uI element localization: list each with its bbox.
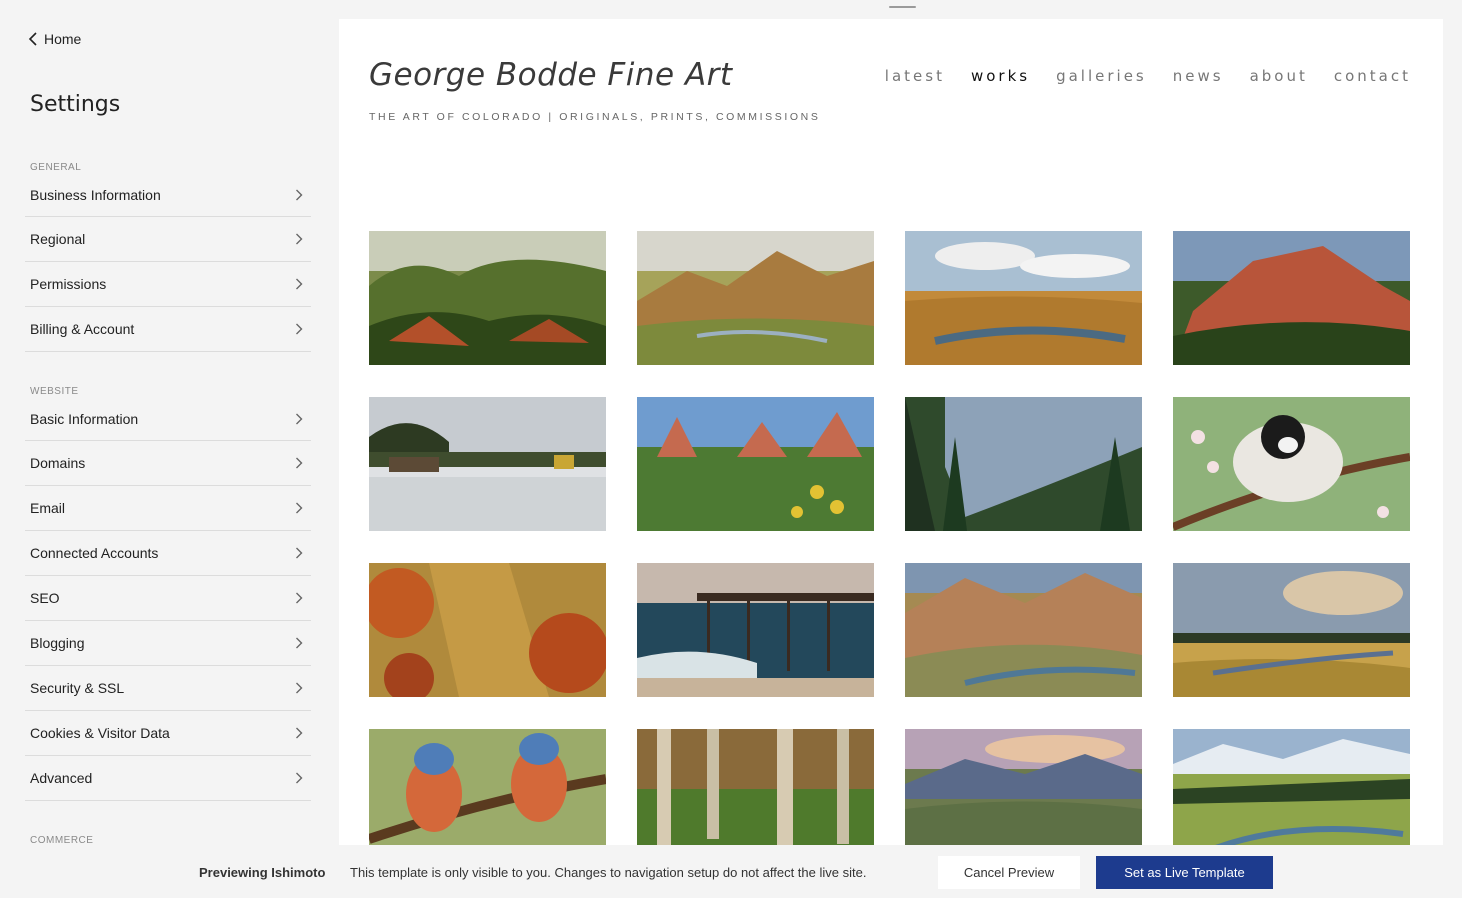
preview-message: This template is only visible to you. Ch… xyxy=(350,865,867,880)
sidebar-item-regional[interactable]: Regional xyxy=(25,217,311,262)
sidebar-item-basic-information[interactable]: Basic Information xyxy=(25,397,311,441)
chevron-right-icon xyxy=(296,502,303,514)
sidebar-item-permissions[interactable]: Permissions xyxy=(25,262,311,307)
sidebar-item-advanced[interactable]: Advanced xyxy=(25,756,311,801)
sidebar-item-label: Blogging xyxy=(30,635,85,651)
sidebar-item-domains[interactable]: Domains xyxy=(25,441,311,486)
set-live-template-button[interactable]: Set as Live Template xyxy=(1096,856,1273,889)
chevron-right-icon xyxy=(296,727,303,739)
sidebar-item-label: Billing & Account xyxy=(30,321,135,337)
back-home-label: Home xyxy=(44,31,82,47)
sidebar-item-label: Business Information xyxy=(30,186,161,203)
nav-latest[interactable]: latest xyxy=(885,67,945,85)
settings-title: Settings xyxy=(30,92,121,117)
nav-about[interactable]: about xyxy=(1250,67,1308,85)
artwork-thumbnail[interactable] xyxy=(637,563,874,697)
sidebar-item-email[interactable]: Email xyxy=(25,486,311,531)
chevron-left-icon xyxy=(28,32,37,46)
artwork-thumbnail[interactable] xyxy=(369,231,606,365)
chevron-right-icon xyxy=(296,547,303,559)
artwork-thumbnail[interactable] xyxy=(369,729,606,845)
sidebar-item-label: SEO xyxy=(30,590,60,606)
sidebar-item-label: Advanced xyxy=(30,770,93,786)
artwork-thumbnail[interactable] xyxy=(369,397,606,531)
sidebar-item-label: Connected Accounts xyxy=(30,545,159,561)
artwork-grid xyxy=(369,231,1410,845)
chevron-right-icon xyxy=(296,457,303,469)
sidebar-item-label: Email xyxy=(30,500,66,516)
chevron-right-icon xyxy=(296,682,303,694)
sidebar-item-security-ssl[interactable]: Security & SSL xyxy=(25,666,311,711)
chevron-right-icon xyxy=(296,592,303,604)
sidebar-item-label: Domains xyxy=(30,455,86,471)
artwork-thumbnail[interactable] xyxy=(637,729,874,845)
sidebar-item-label: Cookies & Visitor Data xyxy=(30,725,170,741)
site-nav: latest works galleries news about contac… xyxy=(885,67,1411,85)
artwork-thumbnail[interactable] xyxy=(1173,231,1410,365)
nav-galleries[interactable]: galleries xyxy=(1056,67,1147,85)
site-title[interactable]: George Bodde Fine Art xyxy=(369,57,733,93)
chevron-right-icon xyxy=(296,323,303,335)
chevron-right-icon xyxy=(296,233,303,245)
sidebar-item-seo[interactable]: SEO xyxy=(25,576,311,621)
chevron-right-icon xyxy=(296,278,303,290)
sidebar-item-connected-accounts[interactable]: Connected Accounts xyxy=(25,531,311,576)
nav-works[interactable]: works xyxy=(971,67,1030,85)
sidebar-item-business-information[interactable]: Business Information xyxy=(25,173,311,217)
artwork-thumbnail[interactable] xyxy=(637,397,874,531)
artwork-thumbnail[interactable] xyxy=(1173,563,1410,697)
sidebar-item-cookies-visitor-data[interactable]: Cookies & Visitor Data xyxy=(25,711,311,756)
artwork-thumbnail[interactable] xyxy=(637,231,874,365)
website-menu: Basic Information Domains Email Connecte… xyxy=(25,397,311,801)
artwork-thumbnail[interactable] xyxy=(905,231,1142,365)
nav-contact[interactable]: contact xyxy=(1334,67,1411,85)
sidebar-item-blogging[interactable]: Blogging xyxy=(25,621,311,666)
cancel-preview-button[interactable]: Cancel Preview xyxy=(938,856,1080,889)
artwork-thumbnail[interactable] xyxy=(1173,397,1410,531)
section-label-website: WEBSITE xyxy=(30,386,79,397)
chevron-right-icon xyxy=(296,189,303,200)
section-label-general: GENERAL xyxy=(30,162,82,173)
artwork-thumbnail[interactable] xyxy=(905,563,1142,697)
nav-news[interactable]: news xyxy=(1173,67,1224,85)
sidebar-item-label: Security & SSL xyxy=(30,680,125,696)
chevron-right-icon xyxy=(296,772,303,784)
artwork-thumbnail[interactable] xyxy=(905,729,1142,845)
artwork-thumbnail[interactable] xyxy=(1173,729,1410,845)
general-menu: Business Information Regional Permission… xyxy=(25,173,311,352)
sidebar-item-label: Regional xyxy=(30,231,86,247)
preview-template-name: Previewing Ishimoto xyxy=(199,865,326,880)
chevron-right-icon xyxy=(296,637,303,649)
site-preview: George Bodde Fine Art THE ART OF COLORAD… xyxy=(339,19,1443,845)
preview-drag-handle[interactable] xyxy=(889,6,916,8)
back-home-link[interactable]: Home xyxy=(28,31,81,47)
sidebar-item-label: Permissions xyxy=(30,276,107,292)
sidebar-item-label: Basic Information xyxy=(30,410,139,427)
settings-sidebar: Home Settings GENERAL Business Informati… xyxy=(0,0,339,898)
artwork-thumbnail[interactable] xyxy=(369,563,606,697)
site-tagline: THE ART OF COLORADO | ORIGINALS, PRINTS,… xyxy=(369,111,821,123)
artwork-thumbnail[interactable] xyxy=(905,397,1142,531)
chevron-right-icon xyxy=(296,413,303,424)
sidebar-item-billing-account[interactable]: Billing & Account xyxy=(25,307,311,352)
preview-bar: Previewing Ishimoto This template is onl… xyxy=(0,845,1462,898)
